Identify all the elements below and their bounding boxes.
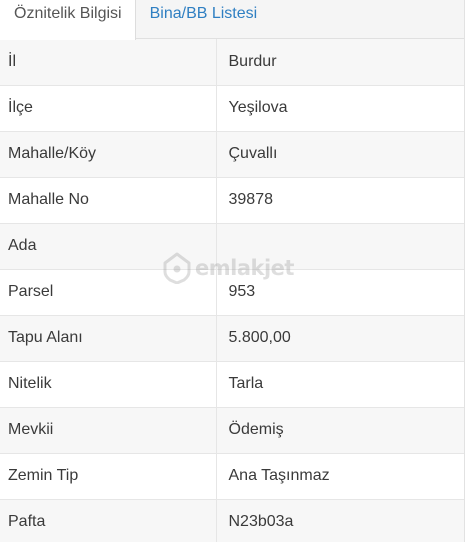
table-row: Ada bbox=[0, 223, 464, 269]
row-key: Zemin Tip bbox=[0, 453, 217, 499]
table-row: Tapu Alanı 5.800,00 bbox=[0, 315, 464, 361]
table-row: Parsel 953 bbox=[0, 269, 464, 315]
row-key: Ada bbox=[0, 223, 217, 269]
table-row: Mahalle No 39878 bbox=[0, 177, 464, 223]
row-key: İlçe bbox=[0, 85, 217, 131]
attribute-table: İl Burdur İlçe Yeşilova Mahalle/Köy Çuva… bbox=[0, 39, 464, 542]
table-row: Mahalle/Köy Çuvallı bbox=[0, 131, 464, 177]
row-key: Pafta bbox=[0, 499, 217, 542]
row-value: Yeşilova bbox=[228, 99, 288, 116]
row-value bbox=[216, 223, 464, 269]
table-row: Nitelik Tarla bbox=[0, 361, 464, 407]
row-value: 953 bbox=[228, 283, 256, 300]
row-value: Ana Taşınmaz bbox=[228, 467, 330, 484]
row-key: Tapu Alanı bbox=[0, 315, 217, 361]
tab-attribute-info[interactable]: Öznitelik Bilgisi bbox=[0, 0, 136, 40]
row-value: 39878 bbox=[228, 191, 274, 208]
row-key: Mahalle No bbox=[0, 177, 217, 223]
table-row: Zemin Tip Ana Taşınmaz bbox=[0, 453, 464, 499]
row-key: Parsel bbox=[0, 269, 217, 315]
row-key: Nitelik bbox=[0, 361, 217, 407]
row-value: Çuvallı bbox=[228, 145, 278, 162]
row-value: N23b03a bbox=[228, 513, 294, 530]
row-value: Ödemiş bbox=[228, 421, 284, 438]
row-key: Mahalle/Köy bbox=[0, 131, 217, 177]
table-row: İlçe Yeşilova bbox=[0, 85, 464, 131]
row-value: Burdur bbox=[228, 52, 277, 70]
row-key: Mevkii bbox=[0, 407, 217, 453]
table-row: İl Burdur bbox=[0, 39, 464, 85]
tab-bar: Öznitelik Bilgisi Bina/BB Listesi bbox=[0, 0, 464, 40]
row-value: 5.800,00 bbox=[228, 329, 291, 346]
table-row: Mevkii Ödemiş bbox=[0, 407, 464, 453]
row-value: Tarla bbox=[228, 375, 264, 392]
table-row: Pafta N23b03a bbox=[0, 499, 464, 542]
attribute-panel: Öznitelik Bilgisi Bina/BB Listesi İl Bur… bbox=[0, 0, 465, 542]
tab-building-list[interactable]: Bina/BB Listesi bbox=[136, 0, 271, 39]
row-key: İl bbox=[0, 39, 217, 85]
